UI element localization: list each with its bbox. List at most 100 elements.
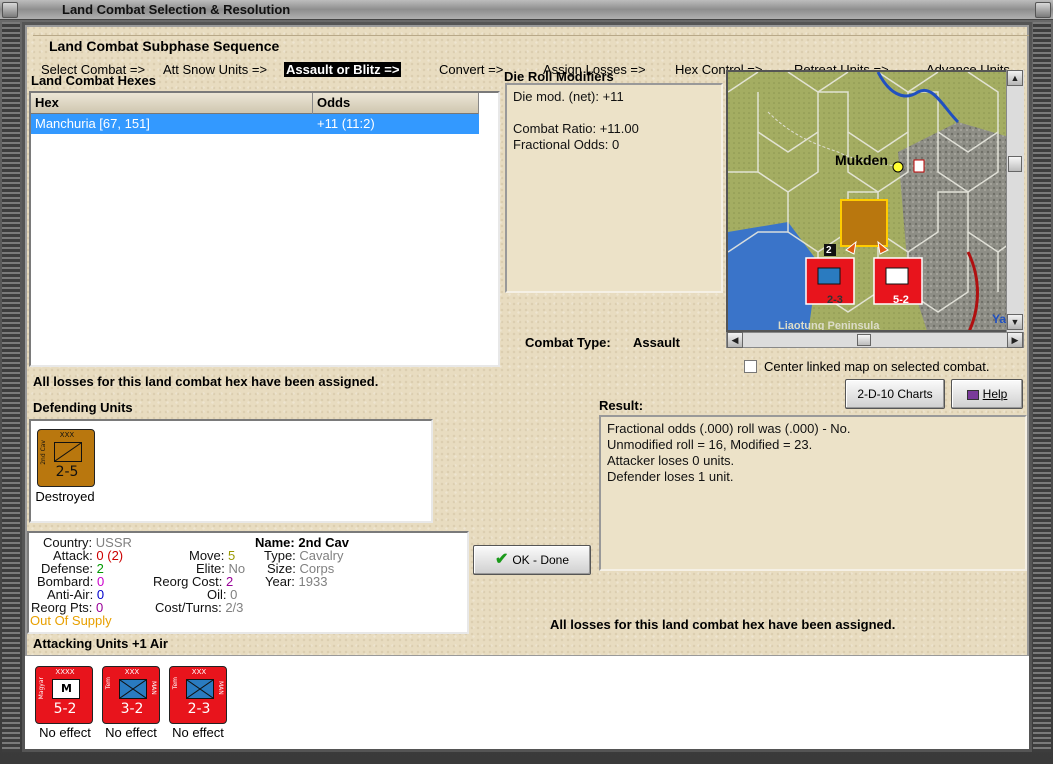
window-close-button[interactable] — [1035, 2, 1051, 18]
unit-right-label: MAN — [217, 681, 224, 695]
unit-side-label: 2nd Cav — [40, 440, 47, 465]
unit-size: XXX — [59, 431, 75, 439]
defending-unit-counter[interactable]: XXX 2nd Cav 2-5 — [37, 429, 95, 487]
unit-side-label: Tem — [172, 677, 179, 690]
window-menu-button[interactable] — [2, 2, 18, 18]
map-attacker-1-strength: 2-3 — [827, 294, 843, 306]
cost-turns-value: 2/3 — [225, 600, 244, 615]
map-defender-counter[interactable] — [840, 199, 888, 247]
factory-marker — [913, 159, 925, 173]
infantry-icon: M — [52, 679, 80, 699]
unit-info-panel: Country: USSR Attack: 0 (2) Defense: 2 B… — [27, 531, 469, 634]
unit-right-label: MAN — [150, 681, 157, 695]
scroll-up-button[interactable]: ▲ — [1007, 70, 1023, 86]
map-vertical-scrollbar[interactable]: ▲ ▼ — [1006, 70, 1024, 332]
combat-ratio-line: Combat Ratio: +11.00 — [513, 121, 639, 136]
die-roll-panel: Die mod. (net): +11 Combat Ratio: +11.00… — [505, 83, 723, 293]
scroll-down-button[interactable]: ▼ — [1007, 314, 1023, 330]
center-map-label: Center linked map on selected combat. — [764, 359, 990, 374]
ok-done-label: OK - Done — [512, 553, 570, 567]
unit-size: XXXX — [55, 668, 75, 676]
scroll-right-button[interactable]: ▶ — [1007, 332, 1023, 348]
unit-side-label: Tem — [105, 677, 112, 690]
defending-unit-caption: Destroyed — [35, 489, 95, 504]
row-hex: Manchuria [67, 151] — [35, 116, 150, 131]
row-odds: +11 (11:2) — [317, 116, 375, 131]
die-mod-line: Die mod. (net): +11 — [513, 89, 624, 104]
unit-strength: 3-2 — [120, 701, 144, 717]
map-city-label: Mukden — [835, 152, 888, 168]
unit-side-label: Magyar — [38, 677, 45, 700]
step-assault-or-blitz: Assault or Blitz => — [284, 62, 402, 77]
combat-dialog: Land Combat Subphase Sequence Select Com… — [22, 22, 1032, 752]
help-button-label: Help — [982, 387, 1008, 401]
scroll-left-button[interactable]: ◀ — [727, 332, 743, 348]
die-roll-label: Die Roll Modifiers — [504, 69, 614, 84]
center-map-checkbox[interactable] — [744, 360, 757, 373]
result-line-3: Attacker loses 0 units. — [607, 453, 735, 468]
ok-done-button[interactable]: ✔ OK - Done — [473, 545, 591, 575]
map-graphic — [728, 72, 1022, 330]
hexes-table: Hex Odds Manchuria [67, 151] +11 (11:2) — [29, 91, 500, 367]
combat-map[interactable]: Mukden 2 2-3 5-2 Liaotung Peninsula Ya — [726, 70, 1024, 332]
horizontal-scroll-thumb[interactable] — [857, 334, 871, 346]
map-region-label: Liaotung Peninsula — [778, 320, 880, 332]
attacking-label: Attacking Units +1 Air — [33, 636, 168, 651]
supply-status: Out Of Supply — [30, 613, 112, 628]
year-value: 1933 — [298, 574, 328, 589]
attacking-unit-1-counter[interactable]: XXXX Magyar M 5-2 — [35, 666, 93, 724]
table-row[interactable]: Manchuria [67, 151] +11 (11:2) — [31, 114, 479, 134]
subphase-sequence: Land Combat Subphase Sequence Select Com… — [33, 35, 1029, 77]
charts-button[interactable]: 2-D-10 Charts — [845, 379, 945, 409]
attacking-unit-3-caption: No effect — [172, 725, 224, 740]
defending-label: Defending Units — [33, 400, 133, 415]
window-title: Land Combat Selection & Resolution — [62, 2, 291, 17]
combat-type-value: Assault — [633, 335, 680, 350]
status-message-2: All losses for this land combat hex have… — [550, 617, 896, 632]
year-label: Year: — [265, 574, 295, 589]
fractional-odds-line: Fractional Odds: 0 — [513, 137, 620, 152]
cost-turns-label: Cost/Turns: — [155, 600, 222, 615]
col-odds[interactable]: Odds — [313, 93, 479, 114]
subphase-title: Land Combat Subphase Sequence — [49, 38, 280, 54]
map-attacker-2-strength: 5-2 — [893, 294, 909, 306]
infantry-icon — [186, 679, 214, 699]
unit-size: XXX — [124, 668, 140, 676]
checkmark-icon: ✔ — [494, 551, 509, 568]
unit-strength: 2-3 — [187, 701, 211, 717]
game-window: Land Combat Selection & Resolution Land … — [0, 0, 1053, 764]
vertical-scroll-thumb[interactable] — [1008, 156, 1022, 172]
combat-type-label: Combat Type: — [525, 335, 611, 350]
book-icon — [966, 389, 979, 400]
left-rail — [2, 22, 20, 752]
map-edge-label: Ya — [992, 312, 1007, 326]
title-bar: Land Combat Selection & Resolution — [0, 0, 1053, 20]
status-message: All losses for this land combat hex have… — [33, 374, 379, 389]
defending-units-panel: XXX 2nd Cav 2-5 Destroyed — [29, 419, 433, 523]
attacking-units-panel: XXXX Magyar M 5-2 No effect XXX Tem MAN … — [25, 655, 1029, 749]
attack-paren: (2) — [107, 548, 124, 563]
result-line-1: Fractional odds (.000) roll was (.000) -… — [607, 421, 851, 436]
unit-strength: 5-2 — [53, 701, 77, 717]
step-convert: Convert => — [439, 62, 504, 77]
right-rail — [1033, 22, 1051, 752]
unit-inner-label: M — [61, 682, 72, 695]
col-hex[interactable]: Hex — [31, 93, 313, 114]
result-line-2: Unmodified roll = 16, Modified = 23. — [607, 437, 813, 452]
map-horizontal-scrollbar[interactable]: ◀ ▶ — [726, 332, 1024, 348]
unit-strength: 2-5 — [55, 464, 79, 480]
result-panel: Fractional odds (.000) roll was (.000) -… — [599, 415, 1027, 571]
result-line-4: Defender loses 1 unit. — [607, 469, 734, 484]
attacking-unit-2-counter[interactable]: XXX Tem MAN 3-2 — [102, 666, 160, 724]
attacking-unit-3-counter[interactable]: XXX Tem MAN 2-3 — [169, 666, 227, 724]
result-label: Result: — [599, 398, 644, 413]
help-button[interactable]: Help — [951, 379, 1023, 409]
infantry-icon — [119, 679, 147, 699]
map-stack-count: 2 — [826, 245, 832, 256]
city-marker — [892, 161, 904, 173]
step-att-snow-units: Att Snow Units => — [163, 62, 268, 77]
hexes-label: Land Combat Hexes — [31, 73, 156, 88]
cavalry-icon — [54, 442, 82, 462]
unit-size: XXX — [191, 668, 207, 676]
hexes-table-header: Hex Odds — [31, 93, 479, 114]
